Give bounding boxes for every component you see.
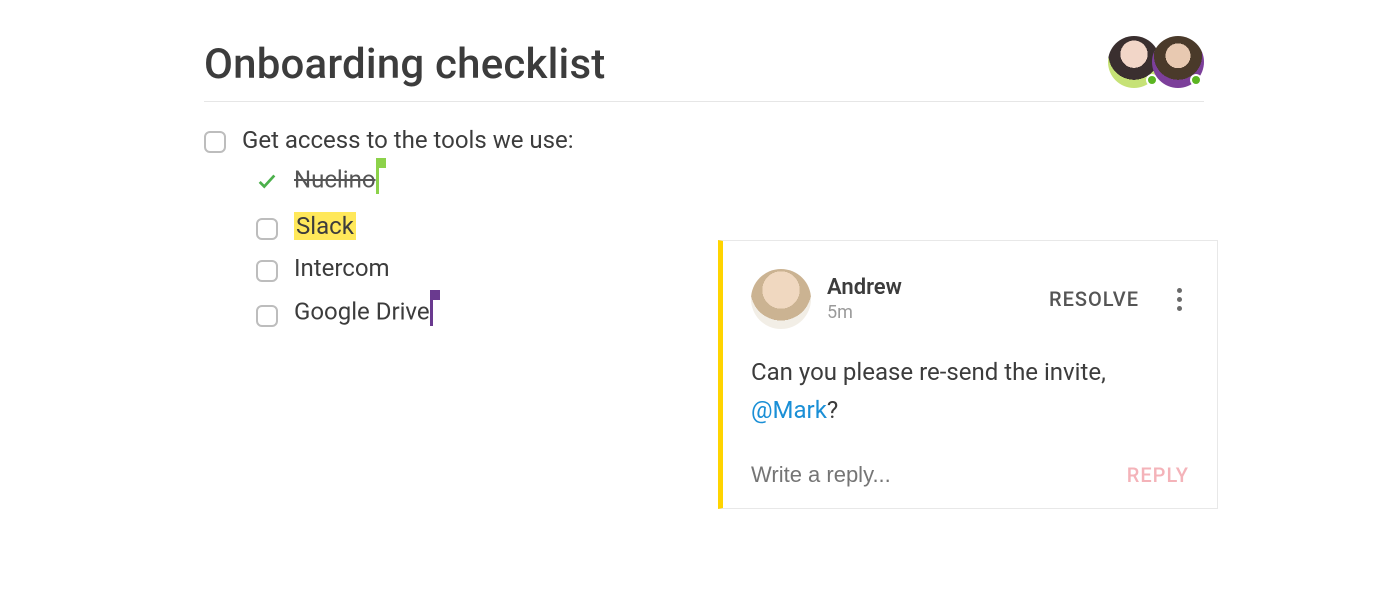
- comment-body: Can you please re-send the invite, @Mark…: [751, 353, 1189, 430]
- comment-panel: Andrew 5m RESOLVE Can you please re-send…: [718, 240, 1218, 509]
- checkmark-icon[interactable]: [256, 170, 278, 192]
- presence-avatar-2[interactable]: [1152, 36, 1204, 88]
- checkbox[interactable]: [256, 218, 278, 240]
- comment-meta: Andrew 5m: [827, 275, 1033, 323]
- page-title: Onboarding checklist: [204, 40, 1204, 102]
- presence-dot: [1190, 74, 1202, 86]
- reply-input[interactable]: [751, 462, 1127, 488]
- reply-row: REPLY: [751, 462, 1189, 488]
- checkbox[interactable]: [204, 131, 226, 153]
- checklist-item-label[interactable]: Google Drive: [294, 296, 433, 330]
- user-mention[interactable]: @Mark: [751, 396, 827, 424]
- collab-cursor-purple: [430, 292, 433, 326]
- comment-author-name: Andrew: [827, 275, 1033, 300]
- comment-author-avatar[interactable]: [751, 269, 811, 329]
- checklist-item-label[interactable]: Get access to the tools we use:: [242, 126, 574, 154]
- checklist-item-label[interactable]: Nuclino: [294, 164, 379, 198]
- collab-cursor-green: [376, 160, 379, 194]
- comment-timestamp: 5m: [827, 302, 1033, 323]
- presence-avatars: [1116, 36, 1204, 88]
- reply-button[interactable]: REPLY: [1127, 463, 1189, 487]
- checklist-item-top: Get access to the tools we use:: [204, 126, 1204, 154]
- more-options-icon[interactable]: [1169, 288, 1189, 311]
- checkbox[interactable]: [256, 260, 278, 282]
- checklist-item-label[interactable]: Slack: [294, 212, 356, 240]
- checklist-subitem: Slack: [256, 212, 1204, 240]
- checklist-subitem: Nuclino: [256, 164, 1204, 198]
- resolve-button[interactable]: RESOLVE: [1049, 287, 1139, 311]
- comment-header: Andrew 5m RESOLVE: [751, 269, 1189, 329]
- checklist-item-label[interactable]: Intercom: [294, 254, 390, 282]
- checkbox[interactable]: [256, 305, 278, 327]
